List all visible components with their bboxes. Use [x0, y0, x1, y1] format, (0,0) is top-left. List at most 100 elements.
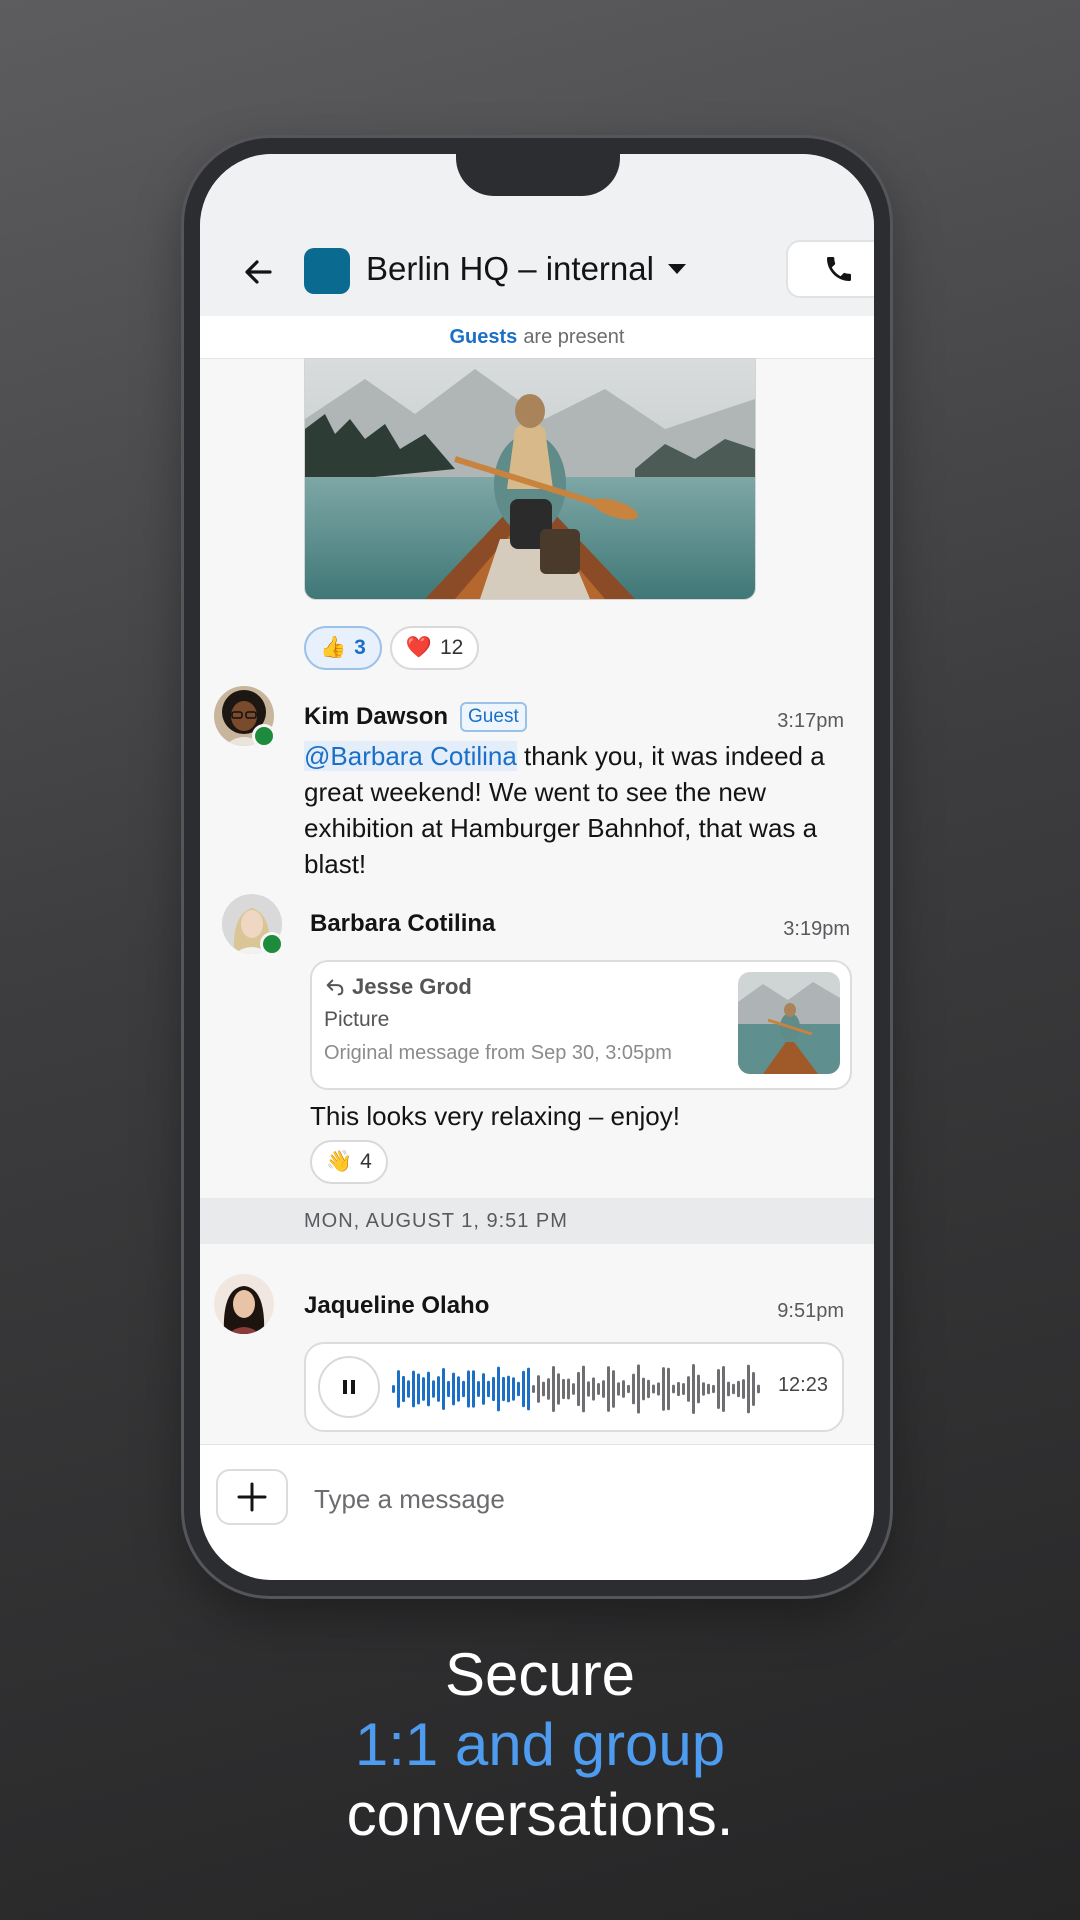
message-time: 9:51pm	[777, 1300, 844, 1322]
conversation-title-text: Berlin HQ – internal	[366, 250, 654, 287]
waveform-bar	[727, 1381, 730, 1397]
phone-notch	[456, 154, 620, 196]
message-input[interactable]	[312, 1473, 836, 1525]
waveform-bar	[562, 1378, 565, 1400]
waveform-bar	[712, 1384, 715, 1394]
waveform-bar	[642, 1377, 645, 1401]
waveform-bar	[462, 1380, 465, 1398]
waveform-bar	[637, 1364, 640, 1414]
waveform-bar	[692, 1364, 695, 1414]
online-status-indicator	[252, 724, 276, 748]
waveform-bar	[472, 1370, 475, 1408]
quote-author-name: Jesse Grod	[352, 974, 472, 999]
waveform-bar	[687, 1376, 690, 1402]
reaction-count: 4	[360, 1150, 372, 1173]
waveform-bar	[622, 1380, 625, 1398]
shared-photo[interactable]	[304, 358, 756, 600]
guest-badge: Guest	[460, 702, 527, 732]
arrow-left-icon	[245, 260, 272, 284]
message-sender[interactable]: Kim Dawson Guest	[304, 702, 527, 732]
waveform-bar	[597, 1382, 600, 1396]
message-time: 3:19pm	[783, 918, 850, 940]
waveform-bar	[722, 1366, 725, 1412]
reaction-wave[interactable]: 👋 4	[310, 1140, 388, 1184]
voice-waveform[interactable]	[392, 1364, 762, 1414]
waveform-bar	[717, 1368, 720, 1410]
quoted-message[interactable]: Jesse Grod Picture Original message from…	[310, 960, 852, 1090]
sender-name: Barbara Cotilina	[310, 910, 496, 937]
avatar-kim-dawson[interactable]	[214, 686, 276, 748]
date-separator: MON, AUGUST 1, 9:51 PM	[200, 1198, 874, 1244]
waveform-bar	[582, 1365, 585, 1413]
waveform-bar	[542, 1381, 545, 1397]
waveform-bar	[632, 1373, 635, 1405]
waveform-bar	[752, 1372, 755, 1406]
waveform-bar	[657, 1382, 660, 1396]
reaction-count: 12	[440, 636, 464, 659]
waveform-bar	[412, 1370, 415, 1408]
waveform-bar	[732, 1383, 735, 1395]
reaction-heart[interactable]: ❤️ 12	[389, 626, 480, 670]
waveform-bar	[577, 1371, 580, 1407]
phone-icon	[827, 257, 851, 281]
waveform-bar	[567, 1378, 570, 1400]
waveform-bar	[672, 1384, 675, 1394]
waveform-bar	[702, 1382, 705, 1396]
pause-icon	[343, 1380, 355, 1394]
waveform-bar	[652, 1384, 655, 1394]
waveform-bar	[737, 1380, 740, 1398]
message-reactions: 👋 4	[310, 1140, 388, 1184]
user-mention[interactable]: @Barbara Cotilina	[304, 741, 517, 771]
waveform-bar	[427, 1371, 430, 1407]
message-time: 3:17pm	[777, 710, 844, 732]
guests-present-banner: Guests are present	[200, 316, 874, 359]
waveform-bar	[697, 1374, 700, 1404]
waveform-bar	[437, 1376, 440, 1402]
group-avatar[interactable]	[304, 248, 350, 294]
guests-label: Guests	[449, 325, 518, 348]
avatar-jaqueline-olaho[interactable]	[214, 1274, 274, 1334]
plus-icon	[237, 1482, 267, 1512]
waveform-bar	[452, 1372, 455, 1406]
message-sender[interactable]: Jaqueline Olaho	[304, 1292, 489, 1320]
waveform-bar	[392, 1385, 395, 1393]
avatar-barbara-cotilina[interactable]	[222, 894, 284, 956]
waveform-bar	[402, 1375, 405, 1403]
photo-reactions: 👍 3 ❤️ 12	[304, 626, 480, 670]
online-status-indicator	[260, 932, 284, 956]
pause-button[interactable]	[318, 1356, 380, 1418]
message-sender[interactable]: Barbara Cotilina	[310, 910, 495, 938]
call-button[interactable]	[786, 240, 874, 298]
waveform-bar	[662, 1367, 665, 1411]
voice-message-player: 12:23	[304, 1342, 844, 1432]
waveform-bar	[397, 1370, 400, 1408]
waveform-bar	[497, 1366, 500, 1412]
waveform-bar	[537, 1375, 540, 1403]
quote-thumbnail	[738, 972, 840, 1074]
waveform-bar	[647, 1379, 650, 1399]
quote-original-date: Original message from Sep 30, 3:05pm	[324, 1042, 672, 1064]
reaction-thumbs-up[interactable]: 👍 3	[304, 626, 382, 670]
back-button[interactable]	[234, 248, 282, 296]
waveform-bar	[492, 1376, 495, 1402]
waveform-bar	[602, 1380, 605, 1398]
waveform-bar	[487, 1380, 490, 1398]
waveform-bar	[432, 1380, 435, 1398]
waveform-bar	[422, 1377, 425, 1401]
waveform-bar	[547, 1378, 550, 1400]
waveform-bar	[477, 1381, 480, 1397]
conversation-title[interactable]: Berlin HQ – internal	[366, 250, 686, 288]
guests-rest-text: are present	[523, 325, 625, 348]
waveform-bar	[507, 1375, 510, 1403]
quote-author: Jesse Grod	[324, 974, 472, 1000]
waveform-bar	[757, 1384, 760, 1394]
waveform-bar	[572, 1383, 575, 1395]
message-text: This looks very relaxing – enjoy!	[310, 1101, 680, 1131]
add-attachment-button[interactable]	[216, 1469, 288, 1525]
tagline-line-1: Secure	[444, 1641, 636, 1708]
waveform-bar	[417, 1373, 420, 1405]
heart-emoji: ❤️	[405, 636, 432, 659]
waveform-bar	[677, 1381, 680, 1397]
waveform-bar	[607, 1366, 610, 1412]
waveform-bar	[617, 1382, 620, 1396]
